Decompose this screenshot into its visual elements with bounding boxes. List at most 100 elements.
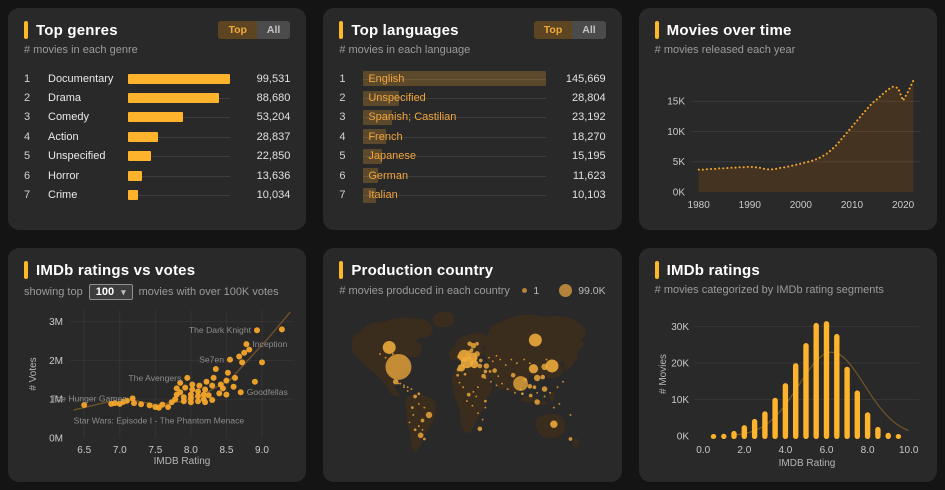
scatter-point[interactable] [241,349,248,356]
legend-max-label: 99.0K [578,284,606,297]
histogram-bar[interactable] [782,383,788,439]
scatter-point[interactable] [195,388,201,395]
scatter-point[interactable] [146,402,153,409]
histogram-bar[interactable] [844,366,850,439]
country-dot [379,353,382,355]
scatter-point[interactable] [246,346,253,353]
country-bubble[interactable] [542,386,548,392]
country-bubble[interactable] [545,359,559,373]
scatter-point[interactable] [278,326,285,333]
country-bubble[interactable] [550,420,558,428]
toggle-all-button[interactable]: All [256,21,291,39]
scatter-point[interactable] [243,341,250,348]
scatter-point[interactable] [209,382,216,389]
scatter-point[interactable] [195,398,201,405]
scatter-point[interactable] [236,353,243,360]
scatter-point[interactable] [212,366,219,372]
histogram-bar[interactable] [823,321,829,439]
genre-bar[interactable] [128,151,152,162]
country-bubble [463,372,467,376]
country-bubble[interactable] [534,374,541,382]
histogram-bar[interactable] [761,411,768,439]
genre-bar[interactable] [128,131,158,142]
histogram-bar[interactable] [802,343,809,439]
histogram-bar[interactable] [730,430,737,439]
scatter-point[interactable] [189,381,196,388]
scatter-point[interactable] [159,401,166,408]
scatter-point[interactable] [251,378,258,385]
scatter-point[interactable] [202,399,209,406]
scatter-point[interactable] [237,389,244,396]
genre-bar[interactable] [128,112,183,123]
scatter-point[interactable] [187,391,194,398]
genre-bar[interactable] [128,170,143,181]
histogram-bar[interactable] [751,418,757,439]
scatter-point[interactable] [131,400,137,407]
scatter-point[interactable] [165,404,172,410]
top-n-dropdown[interactable]: 100 ▾ [88,284,133,300]
histogram-bar[interactable] [895,434,901,439]
genre-bar[interactable] [128,190,139,201]
toggle-all-button[interactable]: All [572,21,606,39]
tick-label: 8.0 [184,445,198,456]
rank-row: 2 Drama 88,680 [24,88,290,107]
country-bubble [475,341,480,346]
scatter-point[interactable] [254,327,260,334]
histogram-bar[interactable] [874,426,881,439]
scatter-point[interactable] [219,385,226,392]
scatter-point[interactable] [230,383,237,390]
scatter-point[interactable] [224,369,231,376]
country-bubble[interactable] [483,363,490,369]
scatter-point[interactable] [259,359,265,366]
rank-row: 4 French 18,270 [339,127,606,146]
country-dot [549,391,552,394]
scatter-point[interactable] [196,382,203,389]
histogram-bar[interactable] [885,432,891,439]
histogram-bar[interactable] [833,333,840,439]
tick-label: 0K [676,432,689,443]
scatter-point[interactable] [177,389,184,396]
scatter-point[interactable] [239,359,246,366]
tick-label: 2010 [841,200,864,211]
scatter-point[interactable] [227,356,233,363]
country-bubble[interactable] [529,333,543,347]
panel-title-top-genres: Top genres [36,21,118,39]
country-bubble[interactable] [418,432,424,439]
toggle-top-button[interactable]: Top [533,21,573,39]
scatter-point[interactable] [232,374,238,381]
country-bubble[interactable] [383,340,397,354]
country-bubble [492,368,498,373]
histogram-bar[interactable] [741,425,747,439]
scatter-point[interactable] [223,377,230,384]
scatter-point[interactable] [180,394,187,401]
country-dot [506,388,509,391]
scatter-point[interactable] [223,391,230,398]
country-bubble[interactable] [534,399,541,405]
scatter-point[interactable] [138,401,145,408]
bar-value: 28,804 [572,92,606,105]
rank-number: 6 [24,169,31,182]
genre-bar[interactable] [128,93,220,104]
toggle-top-button[interactable]: Top [218,21,257,39]
bar-value: 23,192 [572,111,606,124]
scatter-point[interactable] [202,386,209,393]
scatter-point[interactable] [216,390,223,397]
histogram-bar[interactable] [813,322,819,439]
scatter-point[interactable] [209,397,216,403]
country-bubble[interactable] [426,411,433,419]
genre-bar[interactable] [128,73,231,84]
country-dot [408,421,411,424]
histogram-bar[interactable] [864,412,870,439]
scatter-point[interactable] [210,374,217,381]
histogram-bar[interactable] [854,390,860,439]
country-bubble[interactable] [385,353,412,380]
country-bubble[interactable] [529,364,539,374]
country-bubble[interactable] [393,378,399,385]
scatter-point[interactable] [184,374,191,381]
histogram-bar[interactable] [772,397,778,439]
scatter-point[interactable] [182,384,189,391]
histogram-bar[interactable] [710,434,716,439]
scatter-point[interactable] [203,378,210,385]
histogram-bar[interactable] [792,363,799,439]
histogram-bar[interactable] [720,433,727,439]
